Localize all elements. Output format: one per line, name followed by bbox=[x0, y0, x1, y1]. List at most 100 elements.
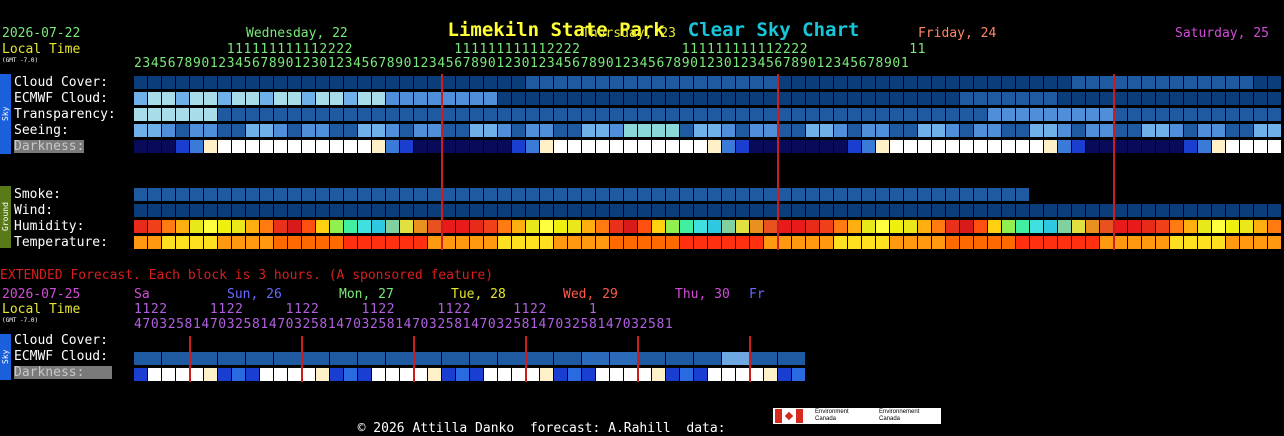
seeing-block[interactable] bbox=[1044, 124, 1057, 137]
wind-block[interactable] bbox=[1100, 204, 1113, 217]
seeing-block[interactable] bbox=[134, 124, 147, 137]
transparency-block[interactable] bbox=[834, 108, 847, 121]
seeing-block[interactable] bbox=[372, 124, 385, 137]
transparency-block[interactable] bbox=[400, 108, 413, 121]
temperature-block[interactable] bbox=[1184, 236, 1197, 249]
ecmwf-cloud-block[interactable] bbox=[624, 92, 637, 105]
temperature-block[interactable] bbox=[498, 236, 511, 249]
smoke-block[interactable] bbox=[1002, 188, 1015, 201]
transparency-block[interactable] bbox=[876, 108, 889, 121]
transparency-block[interactable] bbox=[568, 108, 581, 121]
transparency-block[interactable] bbox=[1044, 108, 1057, 121]
seeing-block[interactable] bbox=[988, 124, 1001, 137]
transparency-block[interactable] bbox=[232, 108, 245, 121]
humidity-block[interactable] bbox=[1156, 220, 1169, 233]
wind-block[interactable] bbox=[148, 204, 161, 217]
humidity-block[interactable] bbox=[1114, 220, 1127, 233]
wind-block[interactable] bbox=[848, 204, 861, 217]
ecmwf-cloud-block[interactable] bbox=[1254, 92, 1267, 105]
smoke-block[interactable] bbox=[694, 188, 707, 201]
wind-block[interactable] bbox=[330, 204, 343, 217]
transparency-block[interactable] bbox=[596, 108, 609, 121]
wind-block[interactable] bbox=[806, 204, 819, 217]
smoke-block[interactable] bbox=[918, 188, 931, 201]
humidity-block[interactable] bbox=[260, 220, 273, 233]
wind-block[interactable] bbox=[1170, 204, 1183, 217]
smoke-block[interactable] bbox=[610, 188, 623, 201]
temperature-block[interactable] bbox=[162, 236, 175, 249]
extended-darkness-block[interactable] bbox=[400, 368, 413, 381]
cloud-cover-block[interactable] bbox=[540, 76, 553, 89]
temperature-block[interactable] bbox=[288, 236, 301, 249]
darkness-block[interactable] bbox=[470, 140, 483, 153]
smoke-block[interactable] bbox=[204, 188, 217, 201]
humidity-block[interactable] bbox=[316, 220, 329, 233]
transparency-block[interactable] bbox=[862, 108, 875, 121]
extended-notice[interactable]: EXTENDED Forecast. Each block is 3 hours… bbox=[0, 269, 493, 282]
ecmwf-cloud-block[interactable] bbox=[1184, 92, 1197, 105]
forecast-credit[interactable]: forecast: A.Rahill bbox=[530, 421, 671, 436]
darkness-block[interactable] bbox=[554, 140, 567, 153]
row-label-smoke[interactable]: Smoke: bbox=[14, 188, 61, 201]
temperature-block[interactable] bbox=[638, 236, 651, 249]
temperature-block[interactable] bbox=[946, 236, 959, 249]
seeing-block[interactable] bbox=[1016, 124, 1029, 137]
temperature-block[interactable] bbox=[512, 236, 525, 249]
extended-darkness-block[interactable] bbox=[456, 368, 469, 381]
seeing-block[interactable] bbox=[932, 124, 945, 137]
seeing-block[interactable] bbox=[862, 124, 875, 137]
cloud-cover-block[interactable] bbox=[666, 76, 679, 89]
cloud-cover-block[interactable] bbox=[918, 76, 931, 89]
humidity-block[interactable] bbox=[134, 220, 147, 233]
darkness-block[interactable] bbox=[974, 140, 987, 153]
seeing-block[interactable] bbox=[1268, 124, 1281, 137]
darkness-block[interactable] bbox=[652, 140, 665, 153]
seeing-block[interactable] bbox=[218, 124, 231, 137]
ecmwf-cloud-block[interactable] bbox=[1128, 92, 1141, 105]
seeing-block[interactable] bbox=[890, 124, 903, 137]
darkness-block[interactable] bbox=[918, 140, 931, 153]
seeing-block[interactable] bbox=[470, 124, 483, 137]
humidity-block[interactable] bbox=[218, 220, 231, 233]
ecmwf-cloud-block[interactable] bbox=[778, 92, 791, 105]
cloud-cover-block[interactable] bbox=[932, 76, 945, 89]
cloud-cover-block[interactable] bbox=[806, 76, 819, 89]
ecmwf-cloud-block[interactable] bbox=[806, 92, 819, 105]
row-label-cloud-cover[interactable]: Cloud Cover: bbox=[14, 76, 108, 89]
wind-block[interactable] bbox=[1212, 204, 1225, 217]
temperature-block[interactable] bbox=[848, 236, 861, 249]
ecmwf-cloud-block[interactable] bbox=[274, 92, 287, 105]
extended-darkness-block[interactable] bbox=[694, 368, 707, 381]
wind-block[interactable] bbox=[428, 204, 441, 217]
extended-cloud-cover-block[interactable] bbox=[302, 352, 329, 365]
ecmwf-cloud-block[interactable] bbox=[316, 92, 329, 105]
smoke-block[interactable] bbox=[302, 188, 315, 201]
temperature-block[interactable] bbox=[358, 236, 371, 249]
cloud-cover-block[interactable] bbox=[232, 76, 245, 89]
ecmwf-cloud-block[interactable] bbox=[736, 92, 749, 105]
seeing-block[interactable] bbox=[330, 124, 343, 137]
transparency-block[interactable] bbox=[1100, 108, 1113, 121]
ecmwf-cloud-block[interactable] bbox=[596, 92, 609, 105]
seeing-block[interactable] bbox=[204, 124, 217, 137]
temperature-block[interactable] bbox=[428, 236, 441, 249]
humidity-block[interactable] bbox=[484, 220, 497, 233]
cloud-cover-block[interactable] bbox=[694, 76, 707, 89]
smoke-block[interactable] bbox=[484, 188, 497, 201]
ecmwf-cloud-block[interactable] bbox=[848, 92, 861, 105]
seeing-block[interactable] bbox=[694, 124, 707, 137]
cloud-cover-block[interactable] bbox=[722, 76, 735, 89]
darkness-block[interactable] bbox=[1072, 140, 1085, 153]
darkness-block[interactable] bbox=[218, 140, 231, 153]
extended-cloud-cover-block[interactable] bbox=[330, 352, 357, 365]
darkness-block[interactable] bbox=[1212, 140, 1225, 153]
seeing-block[interactable] bbox=[1226, 124, 1239, 137]
smoke-block[interactable] bbox=[540, 188, 553, 201]
temperature-block[interactable] bbox=[260, 236, 273, 249]
seeing-block[interactable] bbox=[456, 124, 469, 137]
darkness-block[interactable] bbox=[596, 140, 609, 153]
darkness-block[interactable] bbox=[1156, 140, 1169, 153]
smoke-block[interactable] bbox=[428, 188, 441, 201]
extended-cloud-cover-block[interactable] bbox=[218, 352, 245, 365]
wind-block[interactable] bbox=[694, 204, 707, 217]
